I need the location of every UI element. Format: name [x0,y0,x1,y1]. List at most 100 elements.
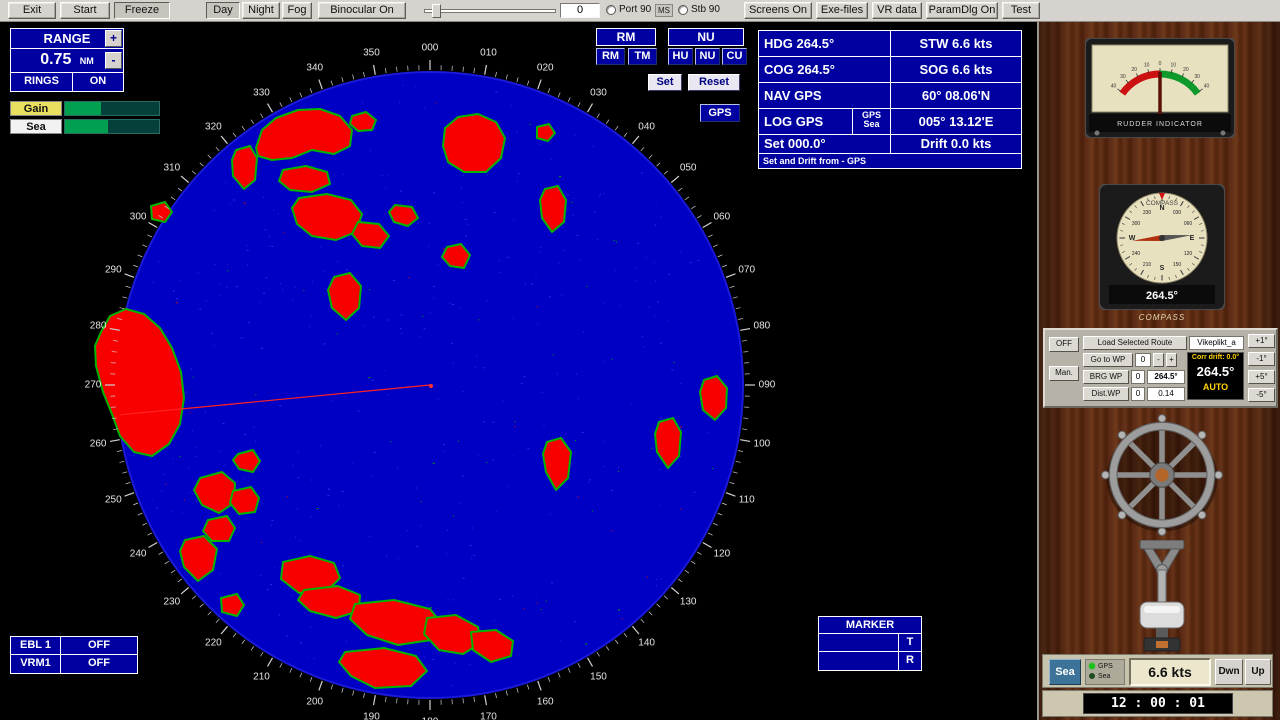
wp-increase-button[interactable]: + [1166,353,1177,367]
marker-r-value [819,652,899,670]
start-button[interactable]: Start [60,2,110,19]
wp-decrease-button[interactable]: - [1153,353,1164,367]
course-minus5-button[interactable]: -5° [1248,388,1275,402]
dist-wp-button[interactable]: Dist.WP [1083,387,1129,401]
sea-bar[interactable] [64,119,160,134]
rm-mode-title: RM [596,28,656,46]
paramdlg-button[interactable]: ParamDlg On [926,2,998,19]
route-name-field[interactable]: Vikeplikt_a [1189,336,1244,350]
longitude-value: 005° 13.12'E [891,109,1021,134]
log-gps-label[interactable]: LOG GPS [759,109,853,134]
slider-thumb[interactable] [432,4,441,18]
clock-strip: 12 : 00 : 01 [1042,690,1273,717]
set-drift-source: Set and Drift from - GPS [759,154,870,168]
svg-text:S: S [1160,265,1165,272]
nu-mode-title: NU [668,28,744,46]
nav-gps-label[interactable]: NAV GPS [759,83,891,108]
svg-text:330: 330 [1143,210,1152,216]
svg-text:20: 20 [1131,67,1137,73]
exefiles-button[interactable]: Exe-files [816,2,868,19]
hdg-value: HDG 264.5° [759,31,891,56]
range-increase-button[interactable]: + [105,30,122,47]
autopilot-mode-status: AUTO [1188,381,1243,393]
gps-sea-toggle[interactable]: GPS Sea [853,109,891,134]
gain-bar[interactable] [64,101,160,116]
gain-control: Gain [10,101,160,116]
wp-number-field[interactable]: 0 [1135,353,1151,367]
svg-text:240: 240 [1132,251,1141,257]
speed-display: 6.6 kts [1129,658,1211,686]
screens-button[interactable]: Screens On [744,2,812,19]
binocular-button[interactable]: Binocular On [318,2,406,19]
sea-control: Sea [10,119,160,134]
engine-control-strip: Sea GPS Sea 6.6 kts Dwn Up [1042,654,1273,688]
course-plus5-button[interactable]: +5° [1248,370,1275,384]
cog-value: COG 264.5° [759,57,891,82]
rings-toggle[interactable]: ON [73,73,123,91]
compass-heading-value: 264.5° [1146,290,1178,302]
marker-title: MARKER [819,617,921,634]
stw-value: STW 6.6 kts [891,31,1021,56]
stb90-radio-circle[interactable] [678,5,688,15]
svg-text:10: 10 [1144,63,1150,69]
marker-r-label: R [899,652,921,670]
sog-value: SOG 6.6 kts [891,57,1021,82]
autopilot-manual-button[interactable]: Man. [1049,366,1079,381]
vrm1-value: OFF [61,655,137,673]
gain-fill [65,102,101,115]
dist-wp-value: 0.14 [1147,387,1185,401]
engine-telegraph[interactable] [1112,540,1212,665]
view-slider[interactable] [424,6,556,16]
autopilot-heading-value: 264.5° [1188,363,1243,381]
fog-button[interactable]: Fog [282,2,312,19]
course-minus1-button[interactable]: -1° [1248,352,1275,366]
brg-wp-button[interactable]: BRG WP [1083,370,1129,384]
rudder-indicator-gauge: 40302010010203040 RUDDER INDICATOR [1085,38,1235,138]
corr-drift-value: Corr drift: 0.0° [1188,353,1243,363]
ship-wheel[interactable] [1101,414,1223,536]
svg-text:W: W [1129,235,1136,242]
speed-down-button[interactable]: Dwn [1215,659,1243,685]
vrdata-button[interactable]: VR data [872,2,922,19]
telegraph-window [1156,641,1168,648]
port90-radio-circle[interactable] [606,5,616,15]
sea-fill [65,120,108,133]
night-button[interactable]: Night [242,2,280,19]
svg-text:20: 20 [1183,67,1189,73]
drift-value: Drift 0.0 kts [891,135,1021,153]
load-route-button[interactable]: Load Selected Route [1083,336,1187,350]
svg-text:40: 40 [1204,84,1210,90]
port90-radio[interactable]: Port 90 [606,4,651,15]
svg-text:E: E [1190,235,1195,242]
source-led-box: GPS Sea [1085,659,1125,685]
exit-button[interactable]: Exit [8,2,56,19]
speed-up-button[interactable]: Up [1245,659,1271,685]
angle-field[interactable]: 0 [560,3,600,18]
autopilot-off-button[interactable]: OFF [1049,337,1079,352]
course-plus1-button[interactable]: +1° [1248,334,1275,348]
telegraph-handle[interactable] [1140,602,1184,628]
svg-text:030: 030 [1173,210,1182,216]
brg-wp-number: 0 [1131,370,1145,384]
gain-label: Gain [10,101,62,116]
vrm1-label[interactable]: VRM1 [11,655,61,673]
compass-gauge: COMPASS N030060E120150S210240W300330 264… [1099,184,1225,310]
sea-mode-button[interactable]: Sea [1049,659,1081,685]
stb90-radio[interactable]: Stb 90 [678,4,720,15]
svg-text:40: 40 [1111,84,1117,90]
screw-icon [1095,131,1100,136]
stb90-label: Stb 90 [691,4,720,15]
ebl1-label[interactable]: EBL 1 [11,637,61,654]
range-decrease-button[interactable]: - [105,52,122,69]
range-panel: RANGE + 0.75 NM - RINGS ON [10,28,124,92]
freeze-button[interactable]: Freeze [114,2,170,19]
svg-text:30: 30 [1120,74,1126,80]
ownship-marker [429,384,433,388]
ebl1-value: OFF [61,637,137,654]
day-button[interactable]: Day [206,2,240,19]
dist-wp-number: 0 [1131,387,1145,401]
goto-wp-button[interactable]: Go to WP [1083,353,1133,367]
test-button[interactable]: Test [1002,2,1040,19]
svg-text:30: 30 [1194,74,1200,80]
svg-text:300: 300 [1132,221,1141,227]
